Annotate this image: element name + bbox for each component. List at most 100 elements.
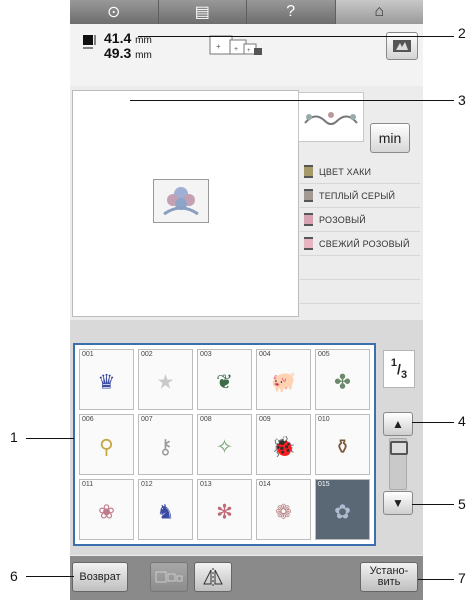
pattern-cell[interactable]: 003 ❦ xyxy=(197,349,252,410)
dragon-icon: ♞ xyxy=(156,501,175,524)
pattern-number: 010 xyxy=(318,416,330,423)
min-button[interactable]: min xyxy=(370,123,410,153)
pattern-number: 011 xyxy=(82,481,94,488)
help-icon[interactable]: ? xyxy=(247,0,336,24)
pattern-cell[interactable]: 012 ♞ xyxy=(138,479,193,540)
star-icon: ★ xyxy=(156,371,175,394)
height-value: 41.4 xyxy=(104,30,132,46)
svg-text:+: + xyxy=(234,46,238,53)
document-icon[interactable]: ▤ xyxy=(158,0,247,24)
pattern-cell[interactable]: 002 ★ xyxy=(138,349,193,410)
list-item[interactable]: ТЕПЛЫЙ СЕРЫЙ xyxy=(300,184,420,208)
pattern-number: 013 xyxy=(200,481,212,488)
pot-icon: ⚱ xyxy=(334,436,351,459)
home-icon[interactable]: ⌂ xyxy=(335,0,423,24)
callout-7: 7 xyxy=(458,570,466,586)
thread-spool-icon xyxy=(304,213,313,226)
pattern-number: 015 xyxy=(318,481,330,488)
pig-icon: 🐖 xyxy=(271,371,296,394)
ladybug-icon: 🐞 xyxy=(271,436,296,459)
pattern-cell[interactable]: 006 ⚲ xyxy=(79,414,134,475)
leaf-icon: ❦ xyxy=(216,371,233,394)
camera-icon xyxy=(393,40,411,52)
set-button[interactable]: Устано- вить xyxy=(360,562,418,592)
hoop-frame-icon: + + + xyxy=(209,35,262,55)
pattern-number: 001 xyxy=(82,351,94,358)
list-item[interactable]: СВЕЖИЙ РОЗОВЫЙ xyxy=(300,232,420,256)
pattern-cell[interactable]: 010 ⚱ xyxy=(315,414,370,475)
callout-2: 2 xyxy=(458,25,466,41)
list-item[interactable]: ЦВЕТ ХАКИ xyxy=(300,160,420,184)
clover-icon: ✤ xyxy=(334,371,351,394)
pattern-number: 012 xyxy=(141,481,153,488)
mirror-button[interactable] xyxy=(194,562,232,592)
callout-6: 6 xyxy=(10,568,18,584)
pattern-number: 009 xyxy=(259,416,271,423)
pattern-number: 003 xyxy=(200,351,212,358)
pattern-cell-selected[interactable]: 015 ✿ xyxy=(315,479,370,540)
pattern-cell[interactable]: 001 ♛ xyxy=(79,349,134,410)
rosette-icon: ❁ xyxy=(275,501,292,524)
pattern-cell[interactable]: 013 ✻ xyxy=(197,479,252,540)
thread-color-name: ТЕПЛЫЙ СЕРЫЙ xyxy=(319,190,396,201)
pattern-grid: 001 ♛ 002 ★ 003 ❦ 004 🐖 005 ✤ 006 ⚲ 007 ⚷ 008 ✧ … xyxy=(73,343,376,546)
callout-line-5 xyxy=(412,504,454,505)
thread-color-list: ЦВЕТ ХАКИ ТЕПЛЫЙ СЕРЫЙ РОЗОВЫЙ СВЕЖИЙ РО… xyxy=(300,160,420,320)
layout-toggle-button[interactable] xyxy=(150,562,188,592)
total-pages: 3 xyxy=(400,369,408,381)
pattern-selection-panel: 001 ♛ 002 ★ 003 ❦ 004 🐖 005 ✤ 006 ⚲ 007 ⚷ 008 ✧ … xyxy=(70,320,423,555)
callout-1: 1 xyxy=(10,429,18,445)
pin-icon: ⚲ xyxy=(99,436,114,459)
key-icon: ⚷ xyxy=(158,436,173,459)
thread-spool-icon xyxy=(304,237,313,250)
thread-color-name: ЦВЕТ ХАКИ xyxy=(319,166,372,177)
list-item xyxy=(300,280,420,304)
pattern-cell[interactable]: 008 ✧ xyxy=(197,414,252,475)
scroll-down-button[interactable]: ▼ xyxy=(383,491,413,515)
scrollbar-thumb[interactable] xyxy=(390,441,408,455)
current-page: 1 xyxy=(390,357,398,369)
embroidery-screen: ⊙ ▤ ? ⌂ 41.4 mm 49.3 mm + + + min ЦВЕТ Х… xyxy=(70,0,423,600)
design-preview-motif xyxy=(153,179,209,223)
clock-icon[interactable]: ⊙ xyxy=(70,0,159,24)
flower-icon: ✿ xyxy=(334,501,351,524)
back-button[interactable]: Возврат xyxy=(72,562,128,592)
snowflake-icon: ✻ xyxy=(216,501,233,524)
triangle-down-icon: ▼ xyxy=(392,496,404,510)
bird-icon: ✧ xyxy=(216,436,233,459)
svg-text:+: + xyxy=(247,48,251,54)
width-dimension: 49.3 mm xyxy=(104,45,152,61)
callout-3: 3 xyxy=(458,92,466,108)
callout-line-4 xyxy=(412,422,454,423)
mirror-icon xyxy=(203,568,223,586)
multi-frame-icon xyxy=(155,571,183,583)
pattern-number: 006 xyxy=(82,416,94,423)
callout-5: 5 xyxy=(458,496,466,512)
thread-spool-icon xyxy=(304,165,313,178)
list-item xyxy=(300,256,420,280)
flower-motif-icon xyxy=(163,187,199,216)
pattern-number: 002 xyxy=(141,351,153,358)
pattern-cell[interactable]: 007 ⚷ xyxy=(138,414,193,475)
ornament-icon: ❀ xyxy=(98,501,115,524)
pattern-cell[interactable]: 004 🐖 xyxy=(256,349,311,410)
pattern-number: 008 xyxy=(200,416,212,423)
thread-color-name: РОЗОВЫЙ xyxy=(319,214,366,225)
pattern-cell[interactable]: 005 ✤ xyxy=(315,349,370,410)
callout-line-2 xyxy=(138,36,454,37)
list-item[interactable]: РОЗОВЫЙ xyxy=(300,208,420,232)
top-toolbar: ⊙ ▤ ? ⌂ xyxy=(70,0,423,24)
design-preview-canvas xyxy=(72,90,299,317)
callout-line-1 xyxy=(26,438,74,439)
scroll-up-button[interactable]: ▲ xyxy=(383,412,413,436)
pattern-cell[interactable]: 011 ❀ xyxy=(79,479,134,540)
pattern-cell[interactable]: 009 🐞 xyxy=(256,414,311,475)
pattern-number: 005 xyxy=(318,351,330,358)
pattern-cell[interactable]: 014 ❁ xyxy=(256,479,311,540)
callout-line-3 xyxy=(130,100,454,101)
page-indicator: 1 / 3 xyxy=(383,350,415,388)
callout-4: 4 xyxy=(458,413,466,429)
scrollbar-track[interactable] xyxy=(389,438,408,490)
size-icon xyxy=(83,35,96,49)
crown-icon: ♛ xyxy=(97,371,116,394)
